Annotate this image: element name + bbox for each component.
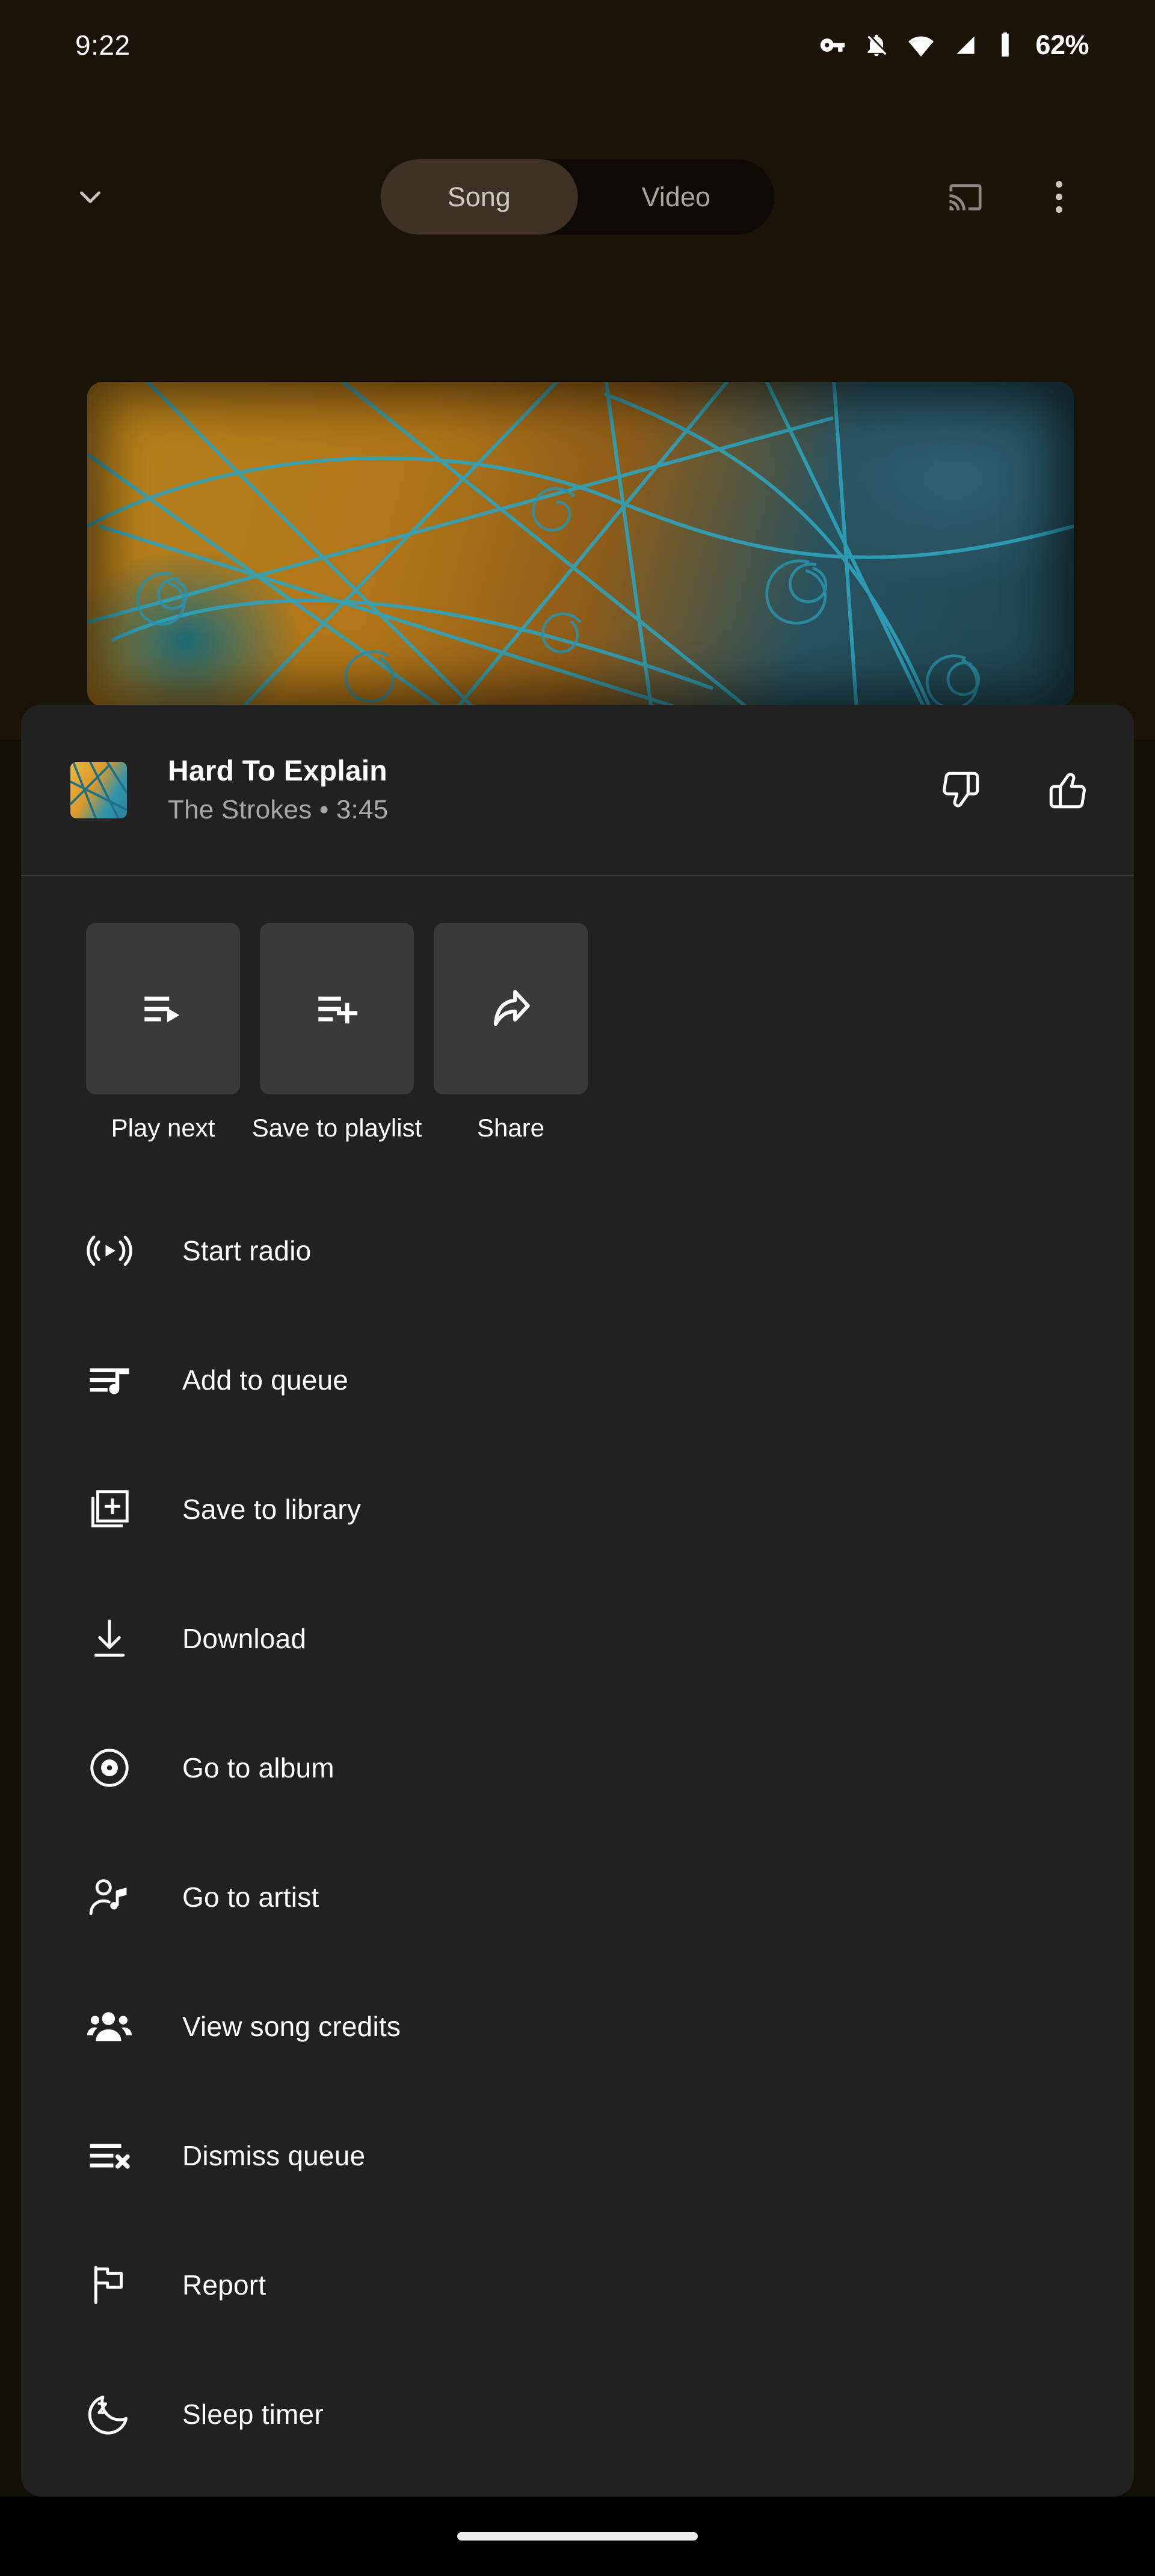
player-background: 9:22 xyxy=(0,0,1155,740)
tab-video[interactable]: Video xyxy=(578,159,775,235)
sheet-song-header: Hard To Explain The Strokes • 3:45 xyxy=(21,705,1134,875)
kebab-dot xyxy=(1056,206,1062,213)
menu-item-label: View song credits xyxy=(182,2010,401,2043)
options-menu-list: Start radio Add to queue xyxy=(21,1186,1134,2479)
share-arrow-icon[interactable] xyxy=(434,923,588,1094)
song-subtitle: The Strokes • 3:45 xyxy=(168,795,932,825)
menu-item-report[interactable]: Report xyxy=(21,2220,1134,2349)
library-add-icon xyxy=(86,1486,141,1533)
sleep-moon-icon xyxy=(86,2391,141,2438)
quick-action-label: Play next xyxy=(111,1114,215,1142)
flag-icon xyxy=(86,2262,141,2308)
battery-percent-label: 62% xyxy=(1035,29,1089,61)
rating-buttons xyxy=(932,761,1097,819)
radio-broadcast-icon xyxy=(86,1227,141,1274)
menu-item-label: Save to library xyxy=(182,1493,361,1526)
quick-action-share[interactable]: Share xyxy=(434,923,588,1142)
player-top-bar: Song Video xyxy=(0,159,1155,235)
chevron-down-icon[interactable] xyxy=(63,170,117,224)
menu-item-label: Dismiss queue xyxy=(182,2139,365,2172)
quick-action-label: Save to playlist xyxy=(252,1114,422,1142)
people-group-icon xyxy=(86,2003,141,2050)
quick-action-play-next[interactable]: Play next xyxy=(86,923,240,1142)
song-title: Hard To Explain xyxy=(168,755,932,788)
menu-item-label: Go to album xyxy=(182,1752,334,1784)
status-bar-icons: 62% xyxy=(819,29,1089,61)
playlist-add-icon[interactable] xyxy=(260,923,414,1094)
notifications-muted-icon xyxy=(863,32,890,58)
menu-item-start-radio[interactable]: Start radio xyxy=(21,1186,1134,1315)
menu-item-label: Sleep timer xyxy=(182,2398,324,2430)
status-bar-clock: 9:22 xyxy=(75,29,131,61)
menu-item-label: Go to artist xyxy=(182,1881,319,1913)
menu-item-save-to-library[interactable]: Save to library xyxy=(21,1444,1134,1574)
menu-item-go-to-album[interactable]: Go to album xyxy=(21,1703,1134,1832)
album-disc-icon xyxy=(86,1744,141,1791)
song-video-segmented-control[interactable]: Song Video xyxy=(381,159,775,235)
vpn-key-icon xyxy=(819,32,846,58)
song-thumbnail xyxy=(70,762,127,818)
cast-icon[interactable] xyxy=(938,170,993,224)
menu-item-add-to-queue[interactable]: Add to queue xyxy=(21,1315,1134,1444)
queue-music-icon xyxy=(86,1357,141,1403)
menu-item-download[interactable]: Download xyxy=(21,1574,1134,1703)
playlist-play-icon[interactable] xyxy=(86,923,240,1094)
download-icon xyxy=(86,1615,141,1662)
quick-actions-row: Play next Save to playlist xyxy=(21,876,1134,1142)
menu-item-dismiss-queue[interactable]: Dismiss queue xyxy=(21,2091,1134,2220)
home-gesture-pill[interactable] xyxy=(457,2532,698,2541)
kebab-dot xyxy=(1056,181,1062,188)
song-meta: Hard To Explain The Strokes • 3:45 xyxy=(168,755,932,825)
menu-item-sleep-timer[interactable]: Sleep timer xyxy=(21,2349,1134,2479)
quick-action-save-to-playlist[interactable]: Save to playlist xyxy=(260,923,414,1142)
menu-item-label: Start radio xyxy=(182,1234,311,1267)
wifi-icon xyxy=(907,31,935,59)
queue-remove-icon xyxy=(86,2132,141,2179)
menu-item-label: Download xyxy=(182,1622,306,1655)
system-navigation-bar xyxy=(0,2497,1155,2576)
thumb-up-icon[interactable] xyxy=(1039,761,1097,819)
menu-item-label: Report xyxy=(182,2269,266,2301)
kebab-dot xyxy=(1056,194,1062,200)
artwork-vignette xyxy=(87,382,1074,707)
quick-action-label: Share xyxy=(477,1114,544,1142)
cellular-signal-icon xyxy=(952,32,979,58)
tab-song[interactable]: Song xyxy=(381,159,578,235)
phone-screen: 9:22 xyxy=(0,0,1155,2576)
more-vertical-icon[interactable] xyxy=(1032,170,1086,224)
thumb-down-icon[interactable] xyxy=(932,761,990,819)
artist-person-music-icon xyxy=(86,1874,141,1921)
status-bar: 9:22 xyxy=(0,0,1155,90)
menu-item-label: Add to queue xyxy=(182,1364,348,1396)
menu-item-go-to-artist[interactable]: Go to artist xyxy=(21,1832,1134,1961)
menu-item-view-song-credits[interactable]: View song credits xyxy=(21,1961,1134,2091)
album-artwork[interactable] xyxy=(87,382,1074,707)
song-options-bottom-sheet: Hard To Explain The Strokes • 3:45 xyxy=(21,705,1134,2497)
battery-icon xyxy=(996,31,1014,59)
